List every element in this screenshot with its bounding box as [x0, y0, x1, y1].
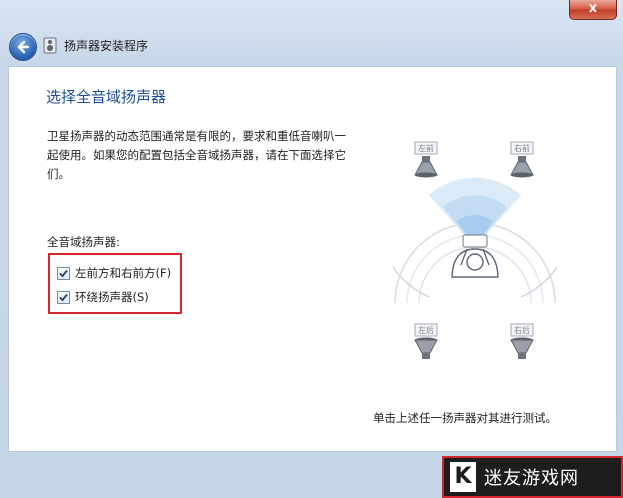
checkmark-icon — [59, 269, 68, 277]
rear-right-speaker[interactable]: 右后 — [510, 323, 534, 359]
front-left-speaker[interactable]: 左前 — [414, 141, 438, 178]
watermark-text: 迷友游戏网 — [484, 468, 579, 489]
checkbox-box[interactable] — [57, 266, 70, 280]
wizard-title: 扬声器安装程序 — [64, 39, 149, 53]
speaker-diagram: 左前 右前 左后 右后 — [392, 141, 558, 359]
checkbox-box[interactable] — [57, 290, 70, 304]
test-instruction-text: 单击上述任一扬声器对其进行测试。 — [373, 411, 557, 425]
fullrange-group-label: 全音域扬声器: — [47, 235, 120, 249]
checkmark-icon — [59, 293, 68, 301]
description-text: 卫星扬声器的动态范围通常是有限的，要求和重低音喇叭一起使用。如果您的配置包括全音… — [47, 129, 346, 181]
watermark-letter: K — [450, 462, 476, 492]
title-bar: x — [0, 0, 623, 26]
front-speakers-checkbox[interactable]: 左前方和右前方(F) — [57, 265, 171, 281]
close-button[interactable]: x — [569, 0, 617, 20]
content-panel: 选择全音域扬声器 卫星扬声器的动态范围通常是有限的，要求和重低音喇叭一起使用。如… — [8, 66, 617, 452]
front-right-label: 右前 — [514, 143, 530, 153]
rear-right-label: 右后 — [514, 325, 530, 335]
surround-speakers-checkbox[interactable]: 环绕扬声器(S) — [57, 289, 149, 305]
installer-window: x 扬声器安装程序 选择全音域扬声器 卫星扬声器的动态范围通常是有限的，要求和重… — [0, 0, 623, 498]
checkbox-label: 环绕扬声器(S) — [75, 290, 149, 304]
speaker-app-icon — [43, 37, 57, 54]
watermark-logo: K 迷友游戏网 — [442, 456, 623, 498]
checkbox-label: 左前方和右前方(F) — [75, 266, 172, 280]
navigation-bar: 扬声器安装程序 — [0, 26, 623, 66]
front-left-label: 左前 — [418, 143, 434, 153]
listener-icon — [451, 234, 499, 278]
rear-left-speaker[interactable]: 左后 — [414, 323, 438, 359]
back-arrow-icon — [17, 40, 30, 54]
rear-left-label: 左后 — [418, 325, 434, 335]
front-right-speaker[interactable]: 右前 — [510, 141, 534, 178]
page-heading: 选择全音域扬声器 — [46, 88, 167, 106]
back-button[interactable] — [9, 33, 37, 61]
